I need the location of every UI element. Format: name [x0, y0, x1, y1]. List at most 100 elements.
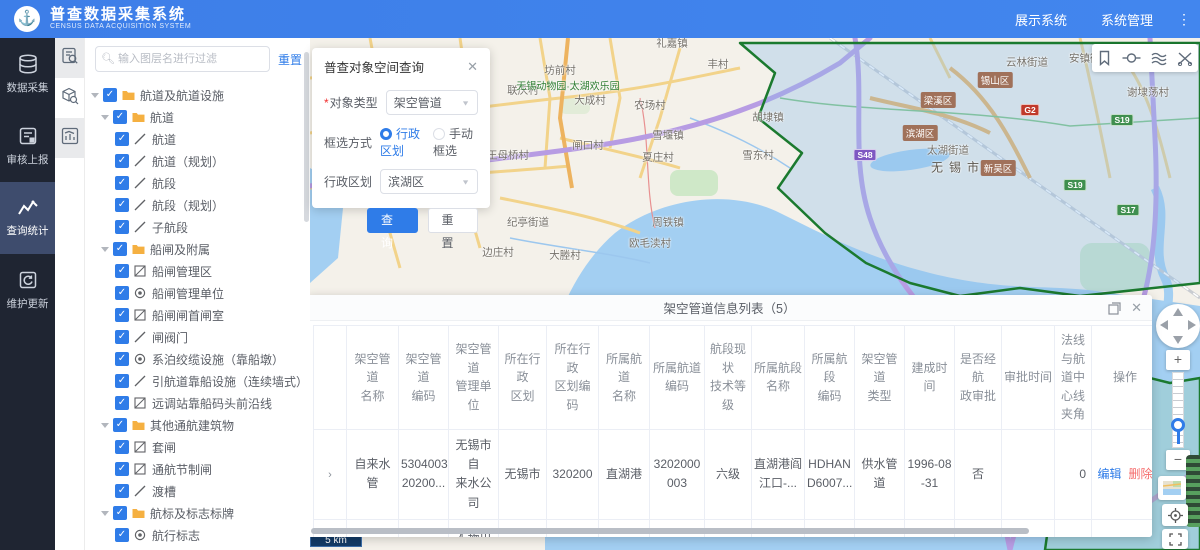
caret-down-icon[interactable] [91, 93, 99, 98]
layer-tree-item[interactable]: ✓子航段 [85, 216, 310, 238]
rail-tool-3[interactable] [55, 118, 84, 158]
layer-checkbox[interactable]: ✓ [115, 396, 129, 410]
fullscreen-button[interactable] [1162, 529, 1188, 549]
layer-tree-item[interactable]: ✓航道及航道设施 [85, 84, 310, 106]
layer-tree-item[interactable]: ✓引航道靠船设施（连续墙式） [85, 370, 310, 392]
layer-checkbox[interactable]: ✓ [113, 418, 127, 432]
road-badge: G2 [1020, 104, 1039, 116]
caret-down-icon[interactable] [101, 511, 109, 516]
layers-icon[interactable] [1151, 51, 1167, 66]
zoom-in-button[interactable]: + [1166, 350, 1190, 370]
tree-scrollbar[interactable] [304, 52, 309, 222]
column-header: 航段现状 技术等级 [705, 326, 752, 430]
layer-checkbox[interactable]: ✓ [113, 242, 127, 256]
close-icon[interactable]: ✕ [467, 59, 478, 75]
layer-tree-item[interactable]: ✓ 航段 [85, 172, 310, 194]
layer-checkbox[interactable]: ✓ [113, 110, 127, 124]
layer-checkbox[interactable]: ✓ [115, 374, 129, 388]
nav-system-admin[interactable]: 系统管理 [1101, 10, 1153, 29]
caret-down-icon[interactable] [101, 423, 109, 428]
sidebar-item-3[interactable]: 查询统计 [0, 182, 55, 254]
layer-tree-item[interactable]: ✓套闸 [85, 436, 310, 458]
layer-tree-item[interactable]: ✓航道（规划） [85, 150, 310, 172]
query-button[interactable]: 查询 [367, 208, 418, 233]
radio-icon [433, 128, 445, 140]
layer-tree-item[interactable]: ✓航行标志 [85, 524, 310, 546]
layer-label: 航段 [152, 175, 176, 192]
table-title: 架空管道信息列表（5） [307, 298, 1152, 317]
rail-tool-1[interactable] [55, 38, 84, 78]
pan-north-icon[interactable] [1173, 308, 1183, 316]
layer-checkbox[interactable]: ✓ [115, 440, 129, 454]
layer-checkbox[interactable]: ✓ [115, 198, 129, 212]
layer-checkbox[interactable]: ✓ [115, 264, 129, 278]
layer-tree-item[interactable]: ✓航段（规划） [85, 194, 310, 216]
layer-reset-link[interactable]: 重置 [278, 51, 302, 68]
layer-tree-item[interactable]: ✓航道 [85, 128, 310, 150]
layer-checkbox[interactable]: ✓ [103, 88, 117, 102]
rail-tool-2[interactable] [55, 78, 84, 118]
compass-control[interactable] [1156, 304, 1200, 348]
layer-tree-item[interactable]: ✓航标及标志标牌 [85, 502, 310, 524]
delete-link[interactable]: 删除 [1129, 467, 1153, 481]
sidebar-item-2[interactable]: 审核上报 [0, 110, 55, 182]
locate-button[interactable] [1162, 504, 1188, 526]
layer-tree-item[interactable]: ✓船闸及附属 [85, 238, 310, 260]
sidebar-item-4[interactable]: 维护更新 [0, 254, 55, 326]
street-view-widget[interactable] [1186, 455, 1200, 527]
layer-checkbox[interactable]: ✓ [115, 132, 129, 146]
layer-checkbox[interactable]: ✓ [115, 176, 129, 190]
caret-down-icon[interactable] [101, 247, 109, 252]
radio-manual-select[interactable]: 手动框选 [433, 125, 478, 159]
folder-icon [122, 90, 135, 101]
layer-search-input[interactable] [95, 46, 270, 72]
pan-east-icon[interactable] [1188, 320, 1196, 330]
sidebar-item-1[interactable]: 数据采集 [0, 38, 55, 110]
layer-checkbox[interactable]: ✓ [115, 528, 129, 542]
search-icon: 🔍︎ [101, 52, 115, 65]
layer-checkbox[interactable]: ✓ [113, 506, 127, 520]
place-label: 云林街道 [1006, 55, 1048, 70]
layer-checkbox[interactable]: ✓ [115, 484, 129, 498]
layer-tree-item[interactable]: ✓航道 [85, 106, 310, 128]
zoom-slider-handle[interactable] [1171, 418, 1185, 432]
bookmark-icon[interactable] [1097, 50, 1112, 66]
app-title: 普查数据采集系统 [50, 7, 191, 24]
basemap-switch-button[interactable] [1158, 476, 1186, 500]
nav-display-system[interactable]: 展示系统 [1015, 10, 1067, 29]
object-type-select[interactable]: 架空管道 ▼ [386, 90, 478, 115]
layer-checkbox[interactable]: ✓ [115, 352, 129, 366]
layer-tree-item[interactable]: ✓船闸管理单位 [85, 282, 310, 304]
layer-tree-item[interactable]: ✓船闸闸首闸室 [85, 304, 310, 326]
reset-button[interactable]: 重置 [428, 208, 479, 233]
layer-tree-item[interactable]: ✓其他通航建筑物 [85, 414, 310, 436]
close-icon[interactable]: ✕ [1131, 300, 1142, 316]
layer-checkbox[interactable]: ✓ [115, 286, 129, 300]
district-select[interactable]: 滨湖区 ▼ [380, 169, 478, 194]
layer-checkbox[interactable]: ✓ [115, 220, 129, 234]
layer-tree-item[interactable]: ✓船闸管理区 [85, 260, 310, 282]
layer-checkbox[interactable]: ✓ [115, 308, 129, 322]
layer-tree-item[interactable]: ✓远调站靠船码头前沿线 [85, 392, 310, 414]
expand-icon[interactable] [1108, 302, 1121, 315]
layer-tree-item[interactable]: ✓闸阀门 [85, 326, 310, 348]
pan-south-icon[interactable] [1173, 336, 1183, 344]
sidebar-item-label: 数据采集 [7, 80, 49, 95]
layer-checkbox[interactable]: ✓ [115, 330, 129, 344]
row-expand-icon[interactable]: › [328, 469, 332, 481]
measure-icon[interactable] [1122, 51, 1141, 65]
radio-admin-district[interactable]: 行政区划 [380, 125, 425, 159]
layer-tree-item[interactable]: ✓渡槽 [85, 480, 310, 502]
layer-tree-item[interactable]: ✓标牌 [85, 546, 310, 550]
scissors-icon[interactable] [1177, 51, 1193, 66]
layer-checkbox[interactable]: ✓ [115, 462, 129, 476]
edit-link[interactable]: 编辑 [1097, 467, 1121, 481]
layer-checkbox[interactable]: ✓ [115, 154, 129, 168]
vertical-dots-icon[interactable]: ⋮ [1177, 11, 1192, 28]
pan-west-icon[interactable] [1160, 320, 1168, 330]
layer-label: 通航节制闸 [152, 461, 212, 478]
layer-tree-item[interactable]: ✓ 通航节制闸 [85, 458, 310, 480]
caret-down-icon[interactable] [101, 115, 109, 120]
layer-tree-item[interactable]: ✓系泊绞缆设施（靠船墩） [85, 348, 310, 370]
horizontal-scrollbar[interactable] [311, 528, 1029, 534]
